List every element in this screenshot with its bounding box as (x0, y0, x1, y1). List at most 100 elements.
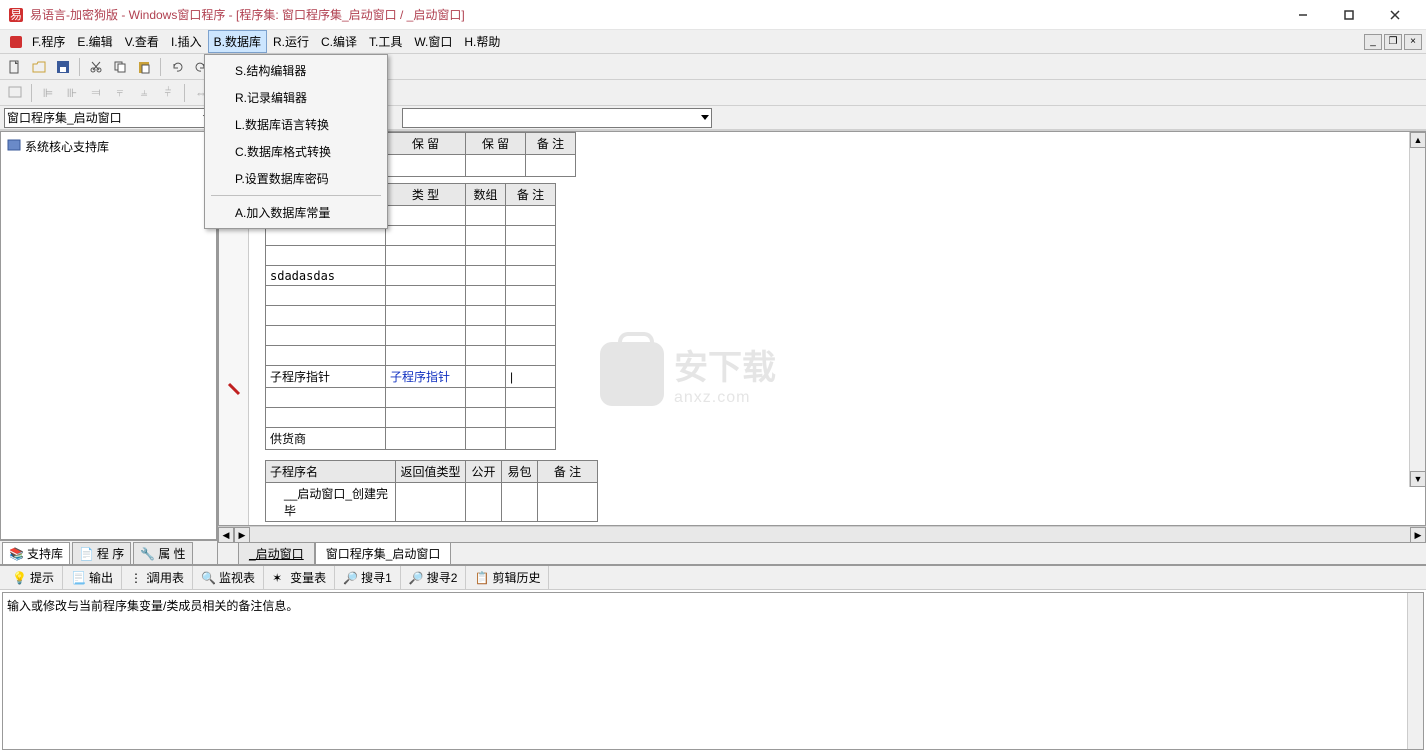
menu-item-record-editor[interactable]: R.记录编辑器 (207, 84, 385, 111)
mdi-app-icon (6, 30, 26, 53)
menu-separator (211, 195, 381, 196)
align-bottom-icon[interactable]: ⫩ (157, 82, 179, 104)
editor-tabs: _启动窗口 窗口程序集_启动窗口 (218, 542, 1426, 564)
undo-icon[interactable] (166, 56, 188, 78)
menu-tool[interactable]: T.工具 (363, 30, 408, 53)
menu-item-format-convert[interactable]: C.数据库格式转换 (207, 138, 385, 165)
app-icon: 易 (8, 7, 24, 23)
bottom-tab-cliphist[interactable]: 📋剪辑历史 (466, 566, 549, 589)
save-icon[interactable] (52, 56, 74, 78)
table-row[interactable] (266, 408, 556, 428)
event-combo[interactable] (402, 108, 712, 128)
mdi-restore-button[interactable]: ❐ (1384, 34, 1402, 50)
vars-icon: ✶ (272, 571, 286, 585)
tab-program[interactable]: 📄 程 序 (72, 542, 131, 564)
menu-bar: F.程序 E.编辑 V.查看 I.插入 B.数据库 R.运行 C.编译 T.工具… (0, 30, 1426, 54)
subroutine-grid[interactable]: 子程序名 返回值类型 公开 易包 备 注 __启动窗口_创建完毕 (265, 460, 598, 522)
scroll-right-icon[interactable]: ▶ (234, 527, 250, 543)
library-icon: 📚 (9, 547, 24, 561)
cut-icon[interactable] (85, 56, 107, 78)
bottom-panel: 💡提示 📃输出 ⋮⋮调用表 🔍监视表 ✶变量表 🔎搜寻1 🔎搜寻2 📋剪辑历史 … (0, 564, 1426, 752)
bottom-tab-calltable[interactable]: ⋮⋮调用表 (122, 566, 193, 589)
menu-run[interactable]: R.运行 (267, 30, 315, 53)
menu-help[interactable]: H.帮助 (458, 30, 506, 53)
bottom-tab-find1[interactable]: 🔎搜寻1 (335, 566, 401, 589)
scroll-down-icon[interactable]: ▼ (1410, 471, 1426, 487)
copy-icon[interactable] (109, 56, 131, 78)
menu-item-add-constant[interactable]: A.加入数据库常量 (207, 199, 385, 226)
chevron-down-icon (701, 115, 709, 120)
table-row[interactable]: __启动窗口_创建完毕 (266, 483, 598, 522)
align-right-icon[interactable]: ⫤ (85, 82, 107, 104)
table-row[interactable] (266, 388, 556, 408)
col-rettype: 返回值类型 (396, 461, 466, 483)
minimize-button[interactable] (1280, 0, 1326, 30)
tab-property[interactable]: 🔧 属 性 (133, 542, 192, 564)
bottom-vertical-scrollbar[interactable] (1407, 593, 1423, 749)
col-remark1: 备 注 (526, 133, 576, 155)
menu-insert[interactable]: I.插入 (165, 30, 208, 53)
new-file-icon[interactable] (4, 56, 26, 78)
col-remark2: 备 注 (506, 184, 556, 206)
table-row[interactable]: 供货商 (266, 428, 556, 450)
bottom-tab-find2[interactable]: 🔎搜寻2 (401, 566, 467, 589)
bottom-tab-hint[interactable]: 💡提示 (4, 566, 63, 589)
table-row[interactable] (266, 306, 556, 326)
editor-vertical-scrollbar[interactable]: ▲ ▼ (1409, 132, 1425, 487)
table-row[interactable] (266, 326, 556, 346)
align-left-icon[interactable]: ⊫ (37, 82, 59, 104)
align-center-icon[interactable]: ⊪ (61, 82, 83, 104)
search-icon: 🔎 (343, 571, 357, 585)
mdi-window-controls: _ ❐ × (1364, 30, 1426, 53)
editor-tab-start-window[interactable]: _启动窗口 (238, 542, 315, 564)
align-middle-icon[interactable]: ⫨ (133, 82, 155, 104)
col-reserve2: 保 留 (466, 133, 526, 155)
bottom-panel-body[interactable]: 输入或修改与当前程序集变量/类成员相关的备注信息。 (2, 592, 1424, 750)
scroll-left-icon[interactable]: ◀ (218, 527, 234, 543)
mdi-minimize-button[interactable]: _ (1364, 34, 1382, 50)
open-file-icon[interactable] (28, 56, 50, 78)
status-message: 输入或修改与当前程序集变量/类成员相关的备注信息。 (7, 599, 298, 613)
col-type: 类 型 (386, 184, 466, 206)
property-icon: 🔧 (140, 547, 155, 561)
table-row[interactable] (266, 286, 556, 306)
table-row[interactable]: sdadasdas (266, 266, 556, 286)
support-library-tree[interactable]: 系统核心支持库 (0, 131, 217, 540)
menu-view[interactable]: V.查看 (119, 30, 165, 53)
bottom-tab-watch[interactable]: 🔍监视表 (193, 566, 264, 589)
code-editor[interactable]: 保 留 保 留 备 注 口 类 型 数组 备 注 sdasadsdada (218, 131, 1426, 526)
menu-window[interactable]: W.窗口 (408, 30, 458, 53)
menu-item-lang-convert[interactable]: L.数据库语言转换 (207, 111, 385, 138)
menu-item-set-password[interactable]: P.设置数据库密码 (207, 165, 385, 192)
scroll-far-right-icon[interactable]: ▶ (1410, 527, 1426, 543)
table-row[interactable] (266, 246, 556, 266)
bottom-tab-output[interactable]: 📃输出 (63, 566, 122, 589)
paste-icon[interactable] (133, 56, 155, 78)
tree-root-label: 系统核心支持库 (25, 138, 109, 155)
col-remark3: 备 注 (538, 461, 598, 483)
title-bar: 易 易语言-加密狗版 - Windows窗口程序 - [程序集: 窗口程序集_启… (0, 0, 1426, 30)
calltable-icon: ⋮⋮ (130, 571, 144, 585)
menu-file[interactable]: F.程序 (26, 30, 71, 53)
scroll-up-icon[interactable]: ▲ (1410, 132, 1426, 148)
editor-tab-assembly[interactable]: 窗口程序集_启动窗口 (315, 542, 452, 564)
menu-edit[interactable]: E.编辑 (71, 30, 118, 53)
maximize-button[interactable] (1326, 0, 1372, 30)
table-row[interactable] (266, 346, 556, 366)
object-combo[interactable]: 窗口程序集_启动窗口 (4, 108, 214, 128)
align-top-icon[interactable]: ⫧ (109, 82, 131, 104)
close-button[interactable] (1372, 0, 1418, 30)
table-row[interactable]: 子程序指针子程序指针| (266, 366, 556, 388)
tree-root-node[interactable]: 系统核心支持库 (5, 136, 212, 157)
search-icon: 🔎 (409, 571, 423, 585)
menu-compile[interactable]: C.编译 (315, 30, 363, 53)
bottom-tab-vars[interactable]: ✶变量表 (264, 566, 335, 589)
tab-support-library[interactable]: 📚 支持库 (2, 542, 70, 564)
editor-horizontal-scrollbar[interactable]: ◀ ▶ ▶ (218, 526, 1426, 542)
col-array: 数组 (466, 184, 506, 206)
menu-database[interactable]: B.数据库 (208, 30, 267, 53)
col-public: 公开 (466, 461, 502, 483)
form-icon[interactable] (4, 82, 26, 104)
mdi-close-button[interactable]: × (1404, 34, 1422, 50)
menu-item-structure-editor[interactable]: S.结构编辑器 (207, 57, 385, 84)
